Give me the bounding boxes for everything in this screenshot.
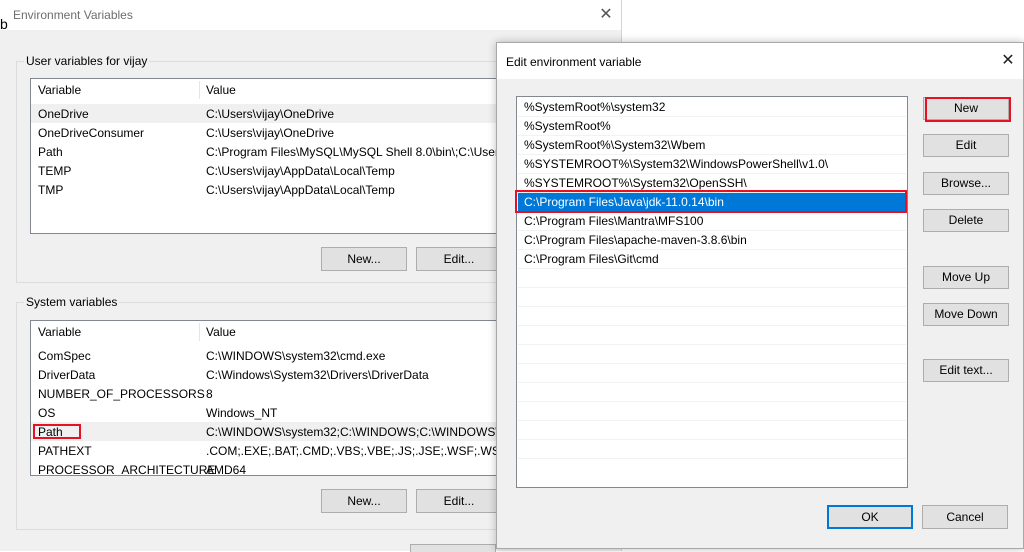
path-entries-list[interactable]: %SystemRoot%\system32 %SystemRoot% %Syst… xyxy=(516,96,908,488)
empty-row xyxy=(518,288,906,307)
variable-cell: ComSpec xyxy=(38,349,91,363)
new-button[interactable]: New xyxy=(923,97,1009,120)
empty-row xyxy=(518,383,906,402)
value-cell: C:\WINDOWS\system32;C:\WINDOWS;C:\WINDOW… xyxy=(206,425,507,439)
variable-cell: NUMBER_OF_PROCESSORS xyxy=(38,387,205,401)
value-cell: C:\Users\vijay\OneDrive xyxy=(206,107,335,121)
user-new-button[interactable]: New... xyxy=(321,247,407,271)
empty-row xyxy=(518,326,906,345)
move-down-button[interactable]: Move Down xyxy=(923,303,1009,326)
column-header-variable[interactable]: Variable xyxy=(38,325,81,339)
empty-row xyxy=(518,421,906,440)
column-header-value[interactable]: Value xyxy=(206,83,236,97)
value-cell: C:\Program Files\MySQL\MySQL Shell 8.0\b… xyxy=(206,145,509,159)
column-separator[interactable] xyxy=(199,323,200,341)
browse-button[interactable]: Browse... xyxy=(923,172,1009,195)
move-up-button[interactable]: Move Up xyxy=(923,266,1009,289)
user-variables-label: User variables for vijay xyxy=(24,54,150,68)
variable-cell: TMP xyxy=(38,183,64,197)
environment-variables-titlebar: Environment Variables ✕ xyxy=(0,0,621,30)
column-separator[interactable] xyxy=(199,81,200,99)
list-item[interactable]: %SystemRoot%\system32 xyxy=(518,98,906,117)
value-cell: 8 xyxy=(206,387,213,401)
variable-cell: OS xyxy=(38,406,56,420)
edit-button[interactable]: Edit xyxy=(923,134,1009,157)
empty-row xyxy=(518,307,906,326)
column-header-value[interactable]: Value xyxy=(206,325,236,339)
list-item[interactable]: %SYSTEMROOT%\System32\WindowsPowerShell\… xyxy=(518,155,906,174)
empty-row xyxy=(518,402,906,421)
value-cell: C:\Users\vijay\AppData\Local\Temp xyxy=(206,183,395,197)
close-icon[interactable]: ✕ xyxy=(999,52,1017,70)
value-cell: C:\Users\vijay\OneDrive xyxy=(206,126,335,140)
list-item[interactable]: C:\Program Files\Git\cmd xyxy=(518,250,906,269)
user-edit-button[interactable]: Edit... xyxy=(416,247,502,271)
list-item[interactable]: %SYSTEMROOT%\System32\OpenSSH\ xyxy=(518,174,906,193)
list-item-selected[interactable]: C:\Program Files\Java\jdk-11.0.14\bin xyxy=(518,193,906,212)
dialog-title: Edit environment variable xyxy=(506,55,642,69)
empty-row xyxy=(518,345,906,364)
system-new-button[interactable]: New... xyxy=(321,489,407,513)
variable-cell: Path xyxy=(38,145,63,159)
edit-text-button[interactable]: Edit text... xyxy=(923,359,1009,382)
variable-cell: OneDriveConsumer xyxy=(38,126,145,140)
list-item[interactable]: %SystemRoot% xyxy=(518,117,906,136)
value-cell: AMD64 xyxy=(206,463,247,476)
value-cell: C:\Windows\System32\Drivers\DriverData xyxy=(206,368,429,382)
empty-row xyxy=(518,364,906,383)
variable-cell: PROCESSOR_ARCHITECTURE xyxy=(38,463,216,476)
list-item[interactable]: C:\Program Files\Mantra\MFS100 xyxy=(518,212,906,231)
system-variables-label: System variables xyxy=(24,295,120,309)
variable-cell: DriverData xyxy=(38,368,96,382)
value-cell: Windows_NT xyxy=(206,406,278,420)
column-header-variable[interactable]: Variable xyxy=(38,83,81,97)
list-item[interactable]: %SystemRoot%\System32\Wbem xyxy=(518,136,906,155)
variable-cell: PATHEXT xyxy=(38,444,92,458)
variable-cell: OneDrive xyxy=(38,107,89,121)
system-edit-button[interactable]: Edit... xyxy=(416,489,502,513)
offscreen-text-fragment: b xyxy=(0,16,8,32)
delete-button[interactable]: Delete xyxy=(923,209,1009,232)
close-icon[interactable]: ✕ xyxy=(597,6,615,24)
empty-row xyxy=(518,269,906,288)
variable-cell: TEMP xyxy=(38,164,72,178)
list-item[interactable]: C:\Program Files\apache-maven-3.8.6\bin xyxy=(518,231,906,250)
edit-environment-variable-dialog: Edit environment variable ✕ %SystemRoot%… xyxy=(496,42,1024,549)
value-cell: C:\Users\vijay\AppData\Local\Temp xyxy=(206,164,395,178)
value-cell: .COM;.EXE;.BAT;.CMD;.VBS;.VBE;.JS;.JSE;.… xyxy=(206,444,534,458)
ok-button[interactable]: OK xyxy=(827,505,913,529)
variable-cell: Path xyxy=(38,425,63,439)
empty-row xyxy=(518,440,906,459)
dialog-titlebar: Edit environment variable ✕ xyxy=(497,43,1023,79)
cancel-button[interactable]: Cancel xyxy=(922,505,1008,529)
value-cell: C:\WINDOWS\system32\cmd.exe xyxy=(206,349,386,363)
window-title: Environment Variables xyxy=(13,8,133,22)
